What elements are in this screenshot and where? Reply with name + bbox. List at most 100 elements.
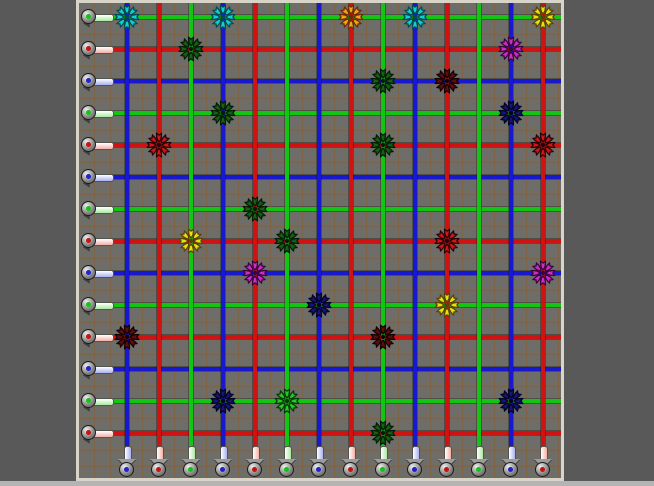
flower-icon [432,66,462,96]
flower-icon [176,34,206,64]
bottom-pin-col-13[interactable] [502,446,520,478]
flower-icon [368,66,398,96]
flower-magenta-r9-c5 [240,258,270,288]
pin-color-dot [412,467,417,472]
flower-darkred-r11-c9 [368,322,398,352]
flower-icon [112,322,142,352]
pin-head-icon [215,462,230,477]
flower-orange-r1-c8 [336,3,366,32]
col-line-1-blue [125,3,129,465]
pin-head-icon [81,425,96,440]
bottom-pin-col-6[interactable] [278,446,296,478]
left-pin-row-12[interactable] [81,360,113,378]
flower-icon [304,290,334,320]
pin-head-icon [535,462,550,477]
pin-color-dot [86,366,91,371]
bottom-pin-col-14[interactable] [534,446,552,478]
game-board[interactable] [79,3,561,478]
pin-head-icon [81,393,96,408]
flower-icon [208,98,238,128]
pin-head-icon [407,462,422,477]
pin-color-dot [316,467,321,472]
pin-color-dot [124,467,129,472]
left-pin-row-11[interactable] [81,328,113,346]
pin-color-dot [284,467,289,472]
flower-cyan-r1-c1 [112,3,142,32]
bottom-pin-col-12[interactable] [470,446,488,478]
bottom-pin-col-2[interactable] [150,446,168,478]
flower-cyan-r1-c10 [400,3,430,32]
pin-head-icon [503,462,518,477]
pin-color-dot [348,467,353,472]
row-line-1-green [99,15,561,19]
bottom-pin-col-7[interactable] [310,446,328,478]
left-pin-row-1[interactable] [81,8,113,26]
bottom-pin-col-10[interactable] [406,446,424,478]
bottom-pin-col-9[interactable] [374,446,392,478]
flower-red-r8-c11 [432,226,462,256]
row-line-9-blue [99,271,561,275]
bottom-pin-col-8[interactable] [342,446,360,478]
pin-head-icon [183,462,198,477]
left-pin-row-4[interactable] [81,104,113,122]
pin-color-dot [86,78,91,83]
flower-icon [336,3,366,32]
bottom-pin-col-3[interactable] [182,446,200,478]
flower-navy-r13-c4 [208,386,238,416]
pin-color-dot [86,174,91,179]
pin-head-icon [81,9,96,24]
flower-icon [144,130,174,160]
pin-head-icon [343,462,358,477]
left-pin-row-3[interactable] [81,72,113,90]
flower-darkred-r11-c1 [112,322,142,352]
flower-yellow-r1-c14 [528,3,558,32]
left-pin-row-10[interactable] [81,296,113,314]
row-line-14-red [99,431,561,435]
left-pin-row-5[interactable] [81,136,113,154]
bottom-pin-col-4[interactable] [214,446,232,478]
pin-color-dot [444,467,449,472]
left-pin-row-13[interactable] [81,392,113,410]
flower-icon [240,258,270,288]
col-line-7-blue [317,3,321,465]
pin-color-dot [86,302,91,307]
flower-yellow-r8-c3 [176,226,206,256]
row-line-3-blue [99,79,561,83]
left-pin-row-9[interactable] [81,264,113,282]
pin-head-icon [81,233,96,248]
app-window [0,0,654,486]
flower-icon [368,322,398,352]
pin-color-dot [86,398,91,403]
left-pin-row-2[interactable] [81,40,113,58]
pin-head-icon [119,462,134,477]
pin-head-icon [439,462,454,477]
row-line-11-red [99,335,561,339]
pin-head-icon [81,297,96,312]
flower-navy-r10-c7 [304,290,334,320]
pin-color-dot [508,467,513,472]
flower-darkgreen-r5-c9 [368,130,398,160]
left-pin-row-8[interactable] [81,232,113,250]
pin-head-icon [81,137,96,152]
pin-color-dot [156,467,161,472]
left-pin-row-7[interactable] [81,200,113,218]
left-pin-row-14[interactable] [81,424,113,442]
pin-color-dot [86,110,91,115]
flower-icon [368,130,398,160]
row-line-2-red [99,47,561,51]
flower-red-r5-c14 [528,130,558,160]
flower-icon [528,258,558,288]
bottom-pin-col-11[interactable] [438,446,456,478]
row-line-8-red [99,239,561,243]
pin-color-dot [86,142,91,147]
bottom-pin-col-1[interactable] [118,446,136,478]
bottom-pin-col-5[interactable] [246,446,264,478]
col-line-12-green [477,3,481,465]
pin-color-dot [188,467,193,472]
pin-head-icon [81,361,96,376]
col-line-5-red [253,3,257,465]
left-pin-row-6[interactable] [81,168,113,186]
col-line-10-blue [413,3,417,465]
pin-color-dot [86,206,91,211]
flower-darkgreen-r14-c9 [368,418,398,448]
